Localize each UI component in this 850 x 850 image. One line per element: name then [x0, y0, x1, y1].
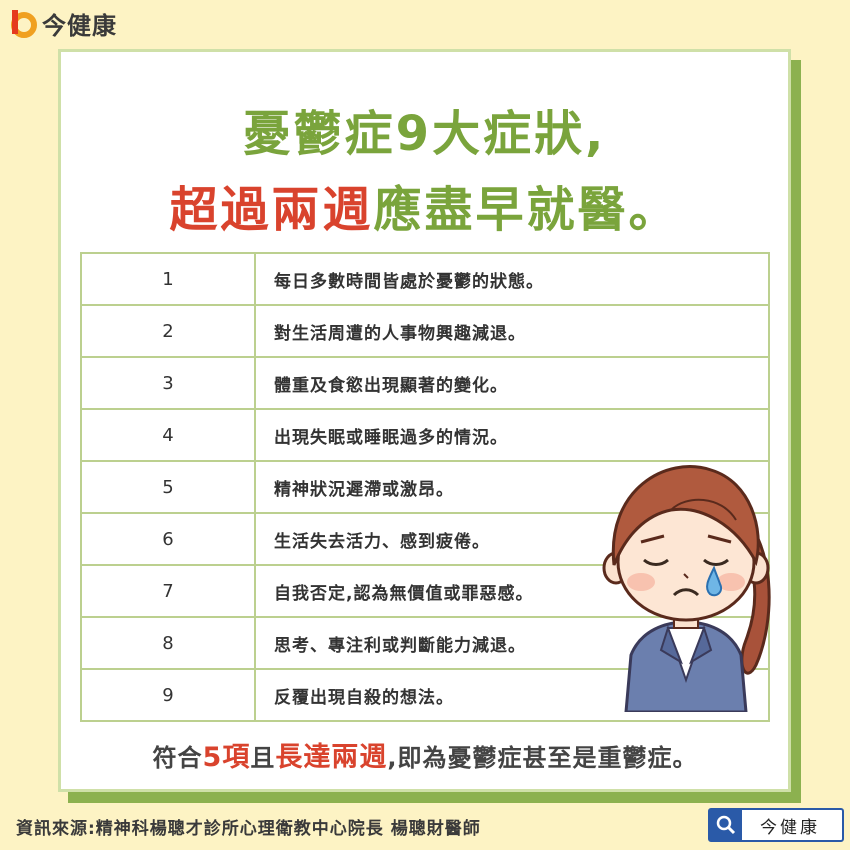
symptom-number: 9	[80, 668, 256, 722]
symptom-number: 2	[80, 304, 256, 358]
symptom-number: 5	[80, 460, 256, 514]
title-line-2-rest: 應盡早就醫。	[373, 182, 680, 238]
table-row: 3 體重及食慾出現顯著的變化。	[80, 356, 770, 410]
search-label: 今健康	[760, 817, 820, 838]
conclusion-text: 符合5項且長達兩週,即為憂鬱症甚至是重鬱症。	[0, 735, 850, 774]
symptom-text: 每日多數時間皆處於憂鬱的狀態。	[254, 252, 770, 306]
symptom-number: 6	[80, 512, 256, 566]
source-credit: 資訊來源:精神科楊聰才診所心理衛教中心院長 楊聰財醫師	[16, 819, 481, 839]
conclusion-part: 符合	[152, 744, 203, 772]
conclusion-part: 且	[250, 744, 276, 772]
brand-name: 今健康	[42, 11, 117, 40]
search-button[interactable]	[710, 810, 742, 840]
symptom-number: 8	[80, 616, 256, 670]
search-box[interactable]: 今健康	[708, 808, 844, 842]
symptom-number: 4	[80, 408, 256, 462]
symptom-number: 7	[80, 564, 256, 618]
sad-woman-illustration	[602, 465, 771, 712]
symptom-text: 對生活周遭的人事物興趣減退。	[254, 304, 770, 358]
conclusion-highlight: 長達兩週	[275, 742, 388, 773]
title-highlight: 超過兩週	[169, 182, 374, 238]
symptom-number: 3	[80, 356, 256, 410]
brand-logo: 今健康	[8, 6, 117, 40]
title-line-1: 憂鬱症9大症狀,	[242, 106, 607, 162]
symptom-number: 1	[80, 252, 256, 306]
symptom-text: 體重及食慾出現顯著的變化。	[254, 356, 770, 410]
conclusion-highlight: 5項	[202, 742, 251, 773]
conclusion-part: ,即為憂鬱症甚至是重鬱症。	[387, 744, 698, 772]
table-row: 2 對生活周遭的人事物興趣減退。	[80, 304, 770, 358]
table-row: 1 每日多數時間皆處於憂鬱的狀態。	[80, 252, 770, 306]
search-icon	[716, 815, 736, 835]
title-line-2: 超過兩週應盡早就醫。	[61, 170, 788, 240]
logo-icon	[11, 10, 37, 38]
